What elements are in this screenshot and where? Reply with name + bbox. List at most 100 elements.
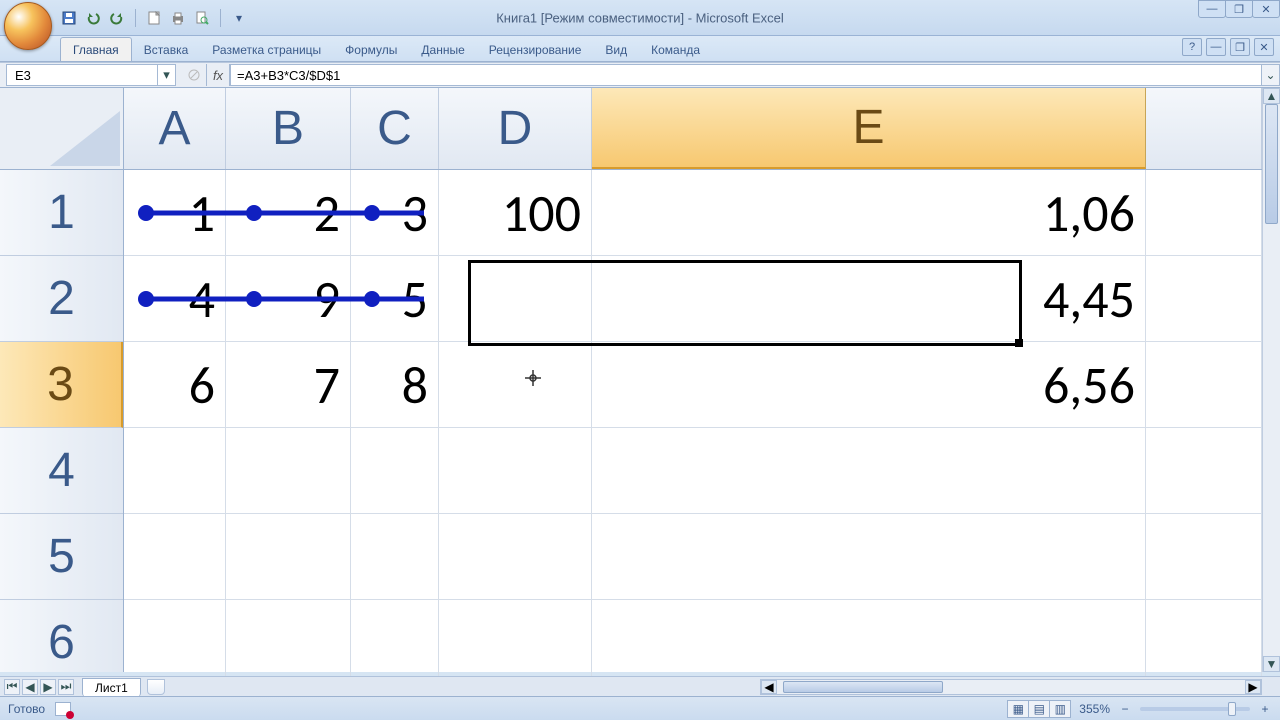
cell-d4[interactable]: [439, 428, 592, 514]
scroll-left-icon[interactable]: ◀: [761, 680, 777, 694]
name-box-dropdown-icon[interactable]: ▾: [157, 65, 175, 85]
cell-e3[interactable]: 6,56: [592, 342, 1146, 428]
row-header-3[interactable]: 3: [0, 342, 123, 428]
redo-icon[interactable]: [108, 9, 126, 27]
undo-icon[interactable]: [84, 9, 102, 27]
cell-a3[interactable]: 6: [124, 342, 226, 428]
row-header-2[interactable]: 2: [0, 256, 123, 342]
sheet-nav-next-icon[interactable]: ▶: [40, 679, 56, 695]
col-header-c[interactable]: C: [351, 88, 439, 169]
fx-button[interactable]: fx: [206, 64, 230, 86]
view-normal-icon[interactable]: ▦: [1007, 700, 1029, 718]
cell-e4[interactable]: [592, 428, 1146, 514]
print-preview-icon[interactable]: [193, 9, 211, 27]
cell-c3[interactable]: 8: [351, 342, 439, 428]
minimize-button[interactable]: —: [1198, 0, 1226, 18]
formula-input[interactable]: =A3+B3*C3/$D$1: [230, 64, 1262, 86]
cell-b5[interactable]: [226, 514, 351, 600]
tab-view[interactable]: Вид: [593, 38, 639, 61]
view-page-break-icon[interactable]: ▥: [1049, 700, 1071, 718]
formula-bar-expand-icon[interactable]: ⌄: [1262, 64, 1280, 86]
cell-a6[interactable]: [124, 600, 226, 686]
cancel-formula-icon[interactable]: [182, 64, 206, 86]
scroll-up-icon[interactable]: ▲: [1263, 88, 1280, 104]
view-page-layout-icon[interactable]: ▤: [1028, 700, 1050, 718]
tab-page-layout[interactable]: Разметка страницы: [200, 38, 333, 61]
scroll-down-icon[interactable]: ▼: [1263, 656, 1280, 672]
workbook-close-button[interactable]: ✕: [1254, 38, 1274, 56]
new-sheet-button[interactable]: [147, 679, 165, 695]
cell-c1[interactable]: 3: [351, 170, 439, 256]
cell-d1[interactable]: 100: [439, 170, 592, 256]
col-header-b[interactable]: B: [226, 88, 351, 169]
worksheet-grid[interactable]: A B C D E 1 2 3 4 5 6 1 2 3 100 1,06 4 9…: [0, 88, 1280, 672]
save-icon[interactable]: [60, 9, 78, 27]
cell-d2[interactable]: [439, 256, 592, 342]
new-icon[interactable]: [145, 9, 163, 27]
row-header-6[interactable]: 6: [0, 600, 123, 686]
tab-review[interactable]: Рецензирование: [477, 38, 594, 61]
cell-a4[interactable]: [124, 428, 226, 514]
cell-e5[interactable]: [592, 514, 1146, 600]
col-header-e[interactable]: E: [592, 88, 1146, 169]
tab-formulas[interactable]: Формулы: [333, 38, 409, 61]
office-button[interactable]: [4, 2, 52, 50]
sheet-nav-first-icon[interactable]: ⏮: [4, 679, 20, 695]
cell-blank[interactable]: [1146, 342, 1262, 428]
cell-d6[interactable]: [439, 600, 592, 686]
close-button[interactable]: ✕: [1252, 0, 1280, 18]
col-header-d[interactable]: D: [439, 88, 592, 169]
vscroll-thumb[interactable]: [1265, 104, 1278, 224]
cell-b1[interactable]: 2: [226, 170, 351, 256]
vertical-scrollbar[interactable]: ▲ ▼: [1262, 88, 1280, 672]
sheet-nav-last-icon[interactable]: ⏭: [58, 679, 74, 695]
select-all-corner[interactable]: [0, 88, 124, 170]
cell-a5[interactable]: [124, 514, 226, 600]
help-button[interactable]: ?: [1182, 38, 1202, 56]
workbook-restore-button[interactable]: ❐: [1230, 38, 1250, 56]
zoom-slider-thumb[interactable]: [1228, 702, 1236, 716]
col-header-a[interactable]: A: [124, 88, 226, 169]
sheet-tab-1[interactable]: Лист1: [82, 678, 141, 697]
horizontal-scrollbar[interactable]: ◀ ▶: [760, 679, 1262, 695]
macro-record-icon[interactable]: [55, 702, 71, 716]
cell-b2[interactable]: 9: [226, 256, 351, 342]
cell-b3[interactable]: 7: [226, 342, 351, 428]
col-header-blank[interactable]: [1146, 88, 1262, 169]
cell-d5[interactable]: [439, 514, 592, 600]
scroll-right-icon[interactable]: ▶: [1245, 680, 1261, 694]
cell-e2[interactable]: 4,45: [592, 256, 1146, 342]
cell-c2[interactable]: 5: [351, 256, 439, 342]
name-box[interactable]: E3 ▾: [6, 64, 176, 86]
cell-e6[interactable]: [592, 600, 1146, 686]
cell-blank[interactable]: [1146, 514, 1262, 600]
cell-blank[interactable]: [1146, 600, 1262, 686]
tab-team[interactable]: Команда: [639, 38, 712, 61]
tab-home[interactable]: Главная: [60, 37, 132, 61]
tab-data[interactable]: Данные: [409, 38, 476, 61]
cell-c6[interactable]: [351, 600, 439, 686]
zoom-out-button[interactable]: −: [1118, 702, 1132, 716]
cell-a1[interactable]: 1: [124, 170, 226, 256]
cell-b4[interactable]: [226, 428, 351, 514]
qat-customize-icon[interactable]: ▾: [230, 9, 248, 27]
cell-blank[interactable]: [1146, 170, 1262, 256]
sheet-nav-prev-icon[interactable]: ◀: [22, 679, 38, 695]
cell-blank[interactable]: [1146, 256, 1262, 342]
row-header-4[interactable]: 4: [0, 428, 123, 514]
zoom-slider[interactable]: [1140, 707, 1250, 711]
row-header-1[interactable]: 1: [0, 170, 123, 256]
cell-c4[interactable]: [351, 428, 439, 514]
cell-d3[interactable]: [439, 342, 592, 428]
cell-blank[interactable]: [1146, 428, 1262, 514]
cell-c5[interactable]: [351, 514, 439, 600]
print-icon[interactable]: [169, 9, 187, 27]
zoom-level[interactable]: 355%: [1079, 702, 1110, 716]
tab-insert[interactable]: Вставка: [132, 38, 201, 61]
row-header-5[interactable]: 5: [0, 514, 123, 600]
ribbon-minimize-button[interactable]: —: [1206, 38, 1226, 56]
hscroll-thumb[interactable]: [783, 681, 943, 693]
maximize-button[interactable]: ❐: [1225, 0, 1253, 18]
cell-a2[interactable]: 4: [124, 256, 226, 342]
cell-b6[interactable]: [226, 600, 351, 686]
